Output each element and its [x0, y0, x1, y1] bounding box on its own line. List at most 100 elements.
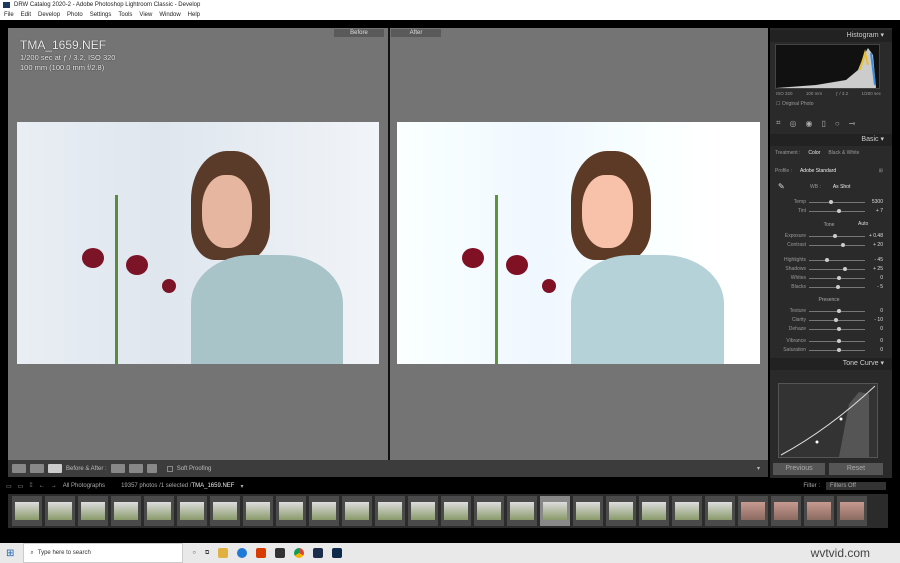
slider-thumb[interactable]: [832, 233, 837, 238]
filmstrip-thumbnail[interactable]: [441, 496, 471, 526]
tone-curve-header[interactable]: Tone Curve ▾: [770, 358, 892, 370]
crop-icon[interactable]: ⌗: [776, 118, 781, 128]
previous-button[interactable]: Previous: [773, 463, 825, 475]
filmstrip-thumbnail[interactable]: [144, 496, 174, 526]
slider-value[interactable]: 0: [865, 338, 883, 344]
slider-thumb[interactable]: [837, 338, 841, 343]
menu-settings[interactable]: Settings: [90, 10, 112, 20]
lightroom-icon[interactable]: [313, 548, 324, 558]
slider-track[interactable]: [809, 347, 865, 352]
filmstrip-thumbnail[interactable]: [342, 496, 372, 526]
tone-curve-graph[interactable]: [778, 383, 878, 458]
brush-icon[interactable]: ⊸: [849, 119, 856, 128]
slider-thumb[interactable]: [837, 347, 841, 352]
slider-track[interactable]: [809, 338, 865, 343]
soft-proofing-checkbox[interactable]: [166, 465, 173, 472]
filmstrip-thumbnail[interactable]: [771, 496, 801, 526]
menu-view[interactable]: View: [139, 10, 152, 20]
office-icon[interactable]: [256, 548, 267, 558]
copy-before-to-after-button[interactable]: [110, 464, 125, 473]
filmstrip-thumbnail[interactable]: [309, 496, 339, 526]
slider-track[interactable]: [809, 208, 865, 213]
menu-develop[interactable]: Develop: [38, 10, 60, 20]
slider-thumb[interactable]: [842, 266, 847, 271]
slider-clarity[interactable]: Clarity - 10: [775, 316, 883, 324]
slider-contrast[interactable]: Contrast + 20: [775, 241, 883, 249]
filmstrip-thumbnail[interactable]: [177, 496, 207, 526]
treatment-bw-button[interactable]: Black & White: [828, 150, 859, 156]
slider-value[interactable]: 5300: [865, 199, 883, 205]
slider-shadows[interactable]: Shadows + 25: [775, 265, 883, 273]
original-photo-checkbox[interactable]: ☐ Original Photo: [776, 101, 814, 107]
filmstrip-thumbnail[interactable]: [243, 496, 273, 526]
before-after-view-button[interactable]: [30, 464, 44, 473]
menu-tools[interactable]: Tools: [118, 10, 132, 20]
slider-value[interactable]: 0: [865, 326, 883, 332]
filmstrip-source[interactable]: All Photographs: [63, 483, 105, 489]
menu-edit[interactable]: Edit: [21, 10, 31, 20]
profile-browser-icon[interactable]: ⊞: [879, 168, 883, 174]
radial-filter-icon[interactable]: ○: [835, 119, 840, 128]
photoshop-icon[interactable]: [332, 548, 343, 558]
filmstrip-thumbnail[interactable]: [210, 496, 240, 526]
slider-exposure[interactable]: Exposure + 0.48: [775, 232, 883, 240]
slider-track[interactable]: [809, 242, 865, 247]
graduated-filter-icon[interactable]: ▯: [821, 119, 825, 128]
filmstrip-thumbnail[interactable]: [45, 496, 75, 526]
treatment-color-button[interactable]: Color: [808, 150, 820, 156]
before-photo[interactable]: [17, 122, 379, 364]
menu-window[interactable]: Window: [159, 10, 180, 20]
slider-value[interactable]: - 45: [865, 257, 883, 263]
slider-track[interactable]: [809, 199, 865, 204]
wb-eyedropper-icon[interactable]: ✎: [778, 182, 785, 191]
slider-vibrance[interactable]: Vibrance 0: [775, 337, 883, 345]
filmstrip-thumbnail[interactable]: [375, 496, 405, 526]
slider-track[interactable]: [809, 275, 865, 280]
slider-dehaze[interactable]: Dehaze 0: [775, 325, 883, 333]
main-window-button[interactable]: ▭: [6, 483, 12, 490]
windows-start-icon[interactable]: ⊞: [6, 548, 14, 559]
slider-thumb[interactable]: [834, 317, 839, 322]
slider-value[interactable]: + 0.48: [865, 233, 883, 239]
filmstrip-thumbnail[interactable]: [705, 496, 735, 526]
basic-header[interactable]: Basic ▾: [770, 134, 892, 146]
swap-button[interactable]: [146, 464, 157, 473]
terminal-icon[interactable]: [275, 548, 286, 558]
back-arrow-icon[interactable]: ←: [39, 483, 45, 489]
filmstrip-thumbnail[interactable]: [540, 496, 570, 526]
menu-help[interactable]: Help: [188, 10, 200, 20]
slider-tint[interactable]: Tint + 7: [775, 207, 883, 215]
slider-whites[interactable]: Whites 0: [775, 274, 883, 282]
spot-removal-icon[interactable]: ◎: [790, 119, 797, 128]
taskbar-search[interactable]: ⌕ Type here to search: [23, 543, 184, 563]
slider-track[interactable]: [809, 308, 865, 313]
slider-thumb[interactable]: [841, 242, 846, 247]
filmstrip-thumbnail[interactable]: [12, 496, 42, 526]
auto-tone-button[interactable]: Auto: [858, 221, 868, 227]
filter-dropdown[interactable]: Filters Off: [826, 482, 886, 490]
filmstrip-selected-file[interactable]: TMA_1659.NEF: [191, 483, 234, 489]
slider-value[interactable]: + 20: [865, 242, 883, 248]
forward-arrow-icon[interactable]: →: [51, 483, 57, 489]
filmstrip-thumbnail[interactable]: [837, 496, 867, 526]
chrome-icon[interactable]: [294, 548, 305, 558]
menu-photo[interactable]: Photo: [67, 10, 83, 20]
before-after-mode-button[interactable]: [48, 464, 62, 473]
filmstrip-thumbnail[interactable]: [78, 496, 108, 526]
reset-button[interactable]: Reset: [829, 463, 883, 475]
slider-track[interactable]: [809, 284, 865, 289]
slider-saturation[interactable]: Saturation 0: [775, 346, 883, 354]
toolbar-menu-icon[interactable]: ▾: [757, 465, 760, 472]
slider-texture[interactable]: Texture 0: [775, 307, 883, 315]
slider-value[interactable]: 0: [865, 347, 883, 353]
loupe-view-button[interactable]: [12, 464, 26, 473]
slider-track[interactable]: [809, 257, 865, 262]
histogram[interactable]: [775, 44, 880, 89]
filmstrip-thumbnail[interactable]: [639, 496, 669, 526]
slider-value[interactable]: 0: [865, 308, 883, 314]
wb-dropdown[interactable]: As Shot: [833, 184, 851, 190]
slider-temp[interactable]: Temp 5300: [775, 198, 883, 206]
file-explorer-icon[interactable]: [218, 548, 229, 558]
slider-thumb[interactable]: [824, 257, 829, 262]
menu-file[interactable]: File: [4, 10, 14, 20]
